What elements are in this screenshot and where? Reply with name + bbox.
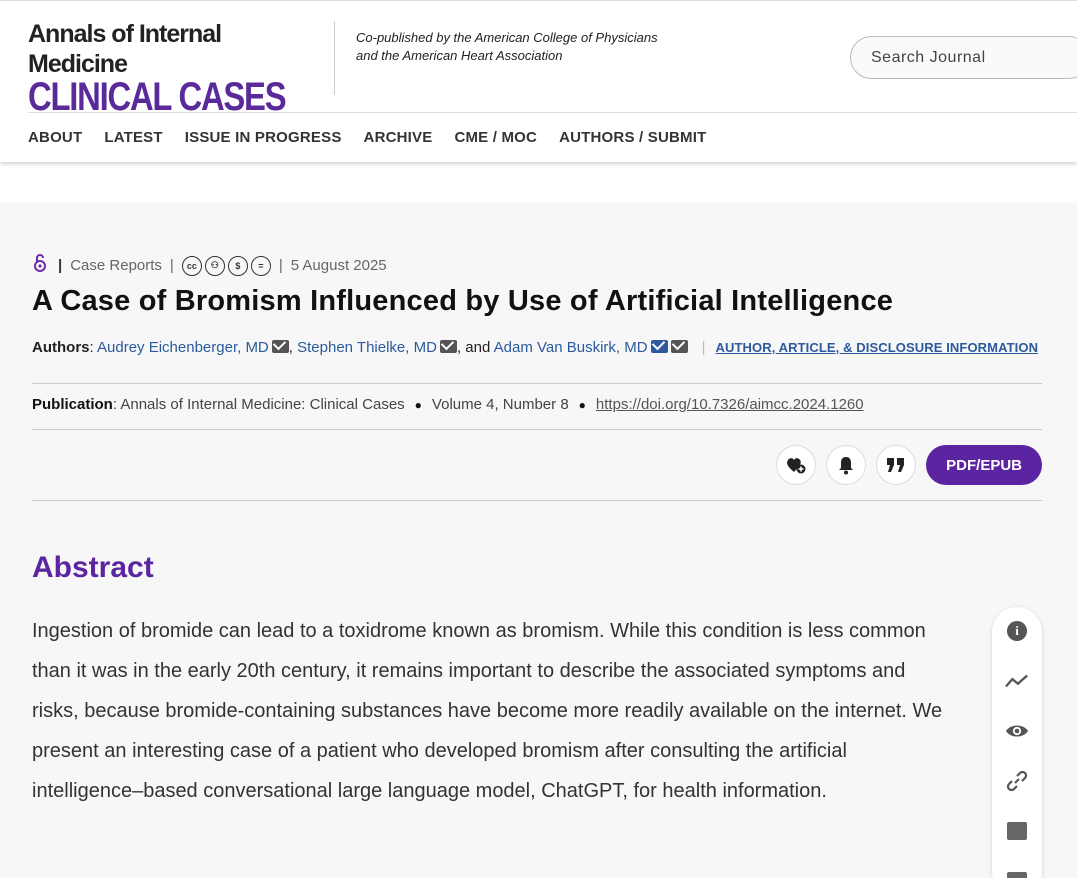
nav-latest[interactable]: LATEST [104,129,162,146]
author-link[interactable]: Audrey Eichenberger, MD [97,339,269,356]
doi-link[interactable]: https://doi.org/10.7326/aimcc.2024.1260 [596,396,864,413]
divider [32,500,1042,501]
license-icons[interactable]: cc ⚇ $ = [181,255,271,276]
bullet: ● [578,398,586,412]
by-icon: ⚇ [204,255,225,276]
nd-icon: = [250,255,271,276]
copublished-text: Co-published by the American College of … [356,30,658,63]
logo-title: Annals of Internal Medicine [28,20,222,78]
email-icon[interactable] [271,340,289,353]
meta-separator: | [278,257,283,274]
divider [32,383,1042,384]
abstract-heading: Abstract [32,551,154,584]
alert-button[interactable] [826,445,867,485]
article-type[interactable]: Case Reports [70,257,162,274]
publication-name: Annals of Internal Medicine: Clinical Ca… [120,396,405,413]
email-icon[interactable] [650,340,668,353]
article-title: A Case of Bromism Influenced by Use of A… [32,285,894,317]
bell-icon [839,457,854,475]
abstract-text: Ingestion of bromide can lead to a toxid… [32,620,943,802]
view-icon[interactable] [1005,719,1029,743]
email-icon[interactable] [670,340,688,353]
meta-separator: | [58,257,63,274]
publication-label: Publication [32,396,113,413]
pdf-epub-button[interactable]: PDF/EPUB [926,445,1042,485]
author-link[interactable]: Adam Van Buskirk, MD [494,339,648,356]
article-meta: | Case Reports | cc ⚇ $ = | 5 August 202… [32,253,387,278]
cc-icon: cc [181,255,202,276]
authors-line: Authors: Audrey Eichenberger, MD, Stephe… [32,339,1039,356]
authors-label: Authors [32,339,90,356]
nav-issue-in-progress[interactable]: ISSUE IN PROGRESS [185,129,342,146]
volume-info: Volume 4, Number 8 [431,396,569,413]
disclosure-link[interactable]: AUTHOR, ARTICLE, & DISCLOSURE INFORMATIO… [715,340,1038,355]
favorite-button[interactable] [776,445,817,485]
link-icon[interactable] [1005,769,1029,793]
authors-and: , and [456,339,494,356]
nav-divider [28,112,1077,113]
side-toolbar: i [992,607,1042,878]
open-access-icon [32,253,48,278]
separator: | [701,339,706,356]
site-header: Annals of Internal Medicine CLINICAL CAS… [0,0,1077,162]
nav-authors-submit[interactable]: AUTHORS / SUBMIT [559,129,706,146]
image-icon[interactable] [1005,819,1029,843]
quote-icon [887,458,905,472]
divider [32,429,1042,430]
nav-archive[interactable]: ARCHIVE [364,129,433,146]
logo-divider [334,21,335,95]
main-nav: ABOUT LATEST ISSUE IN PROGRESS ARCHIVE C… [28,129,728,146]
cite-button[interactable] [876,445,917,485]
metrics-icon[interactable] [1005,669,1029,693]
heart-plus-icon [787,458,806,474]
publication-line: Publication: Annals of Internal Medicine… [32,396,864,413]
info-icon[interactable]: i [1005,619,1029,643]
search-input[interactable]: Search Journal [850,36,1077,79]
email-icon[interactable] [439,340,457,353]
logo-subtitle: CLINICAL CASES [28,75,287,119]
bullet: ● [414,398,422,412]
journal-logo[interactable]: Annals of Internal Medicine CLINICAL CAS… [28,19,318,119]
article-actions: PDF/EPUB [776,445,1042,485]
author-link[interactable]: Stephen Thielke, MD [297,339,437,356]
nc-icon: $ [227,255,248,276]
nav-about[interactable]: ABOUT [28,129,82,146]
nav-cme-moc[interactable]: CME / MOC [454,129,537,146]
table-icon[interactable] [1005,869,1029,878]
publication-date: 5 August 2025 [290,257,387,274]
article-main: | Case Reports | cc ⚇ $ = | 5 August 202… [0,203,1077,878]
meta-separator: | [169,257,174,274]
